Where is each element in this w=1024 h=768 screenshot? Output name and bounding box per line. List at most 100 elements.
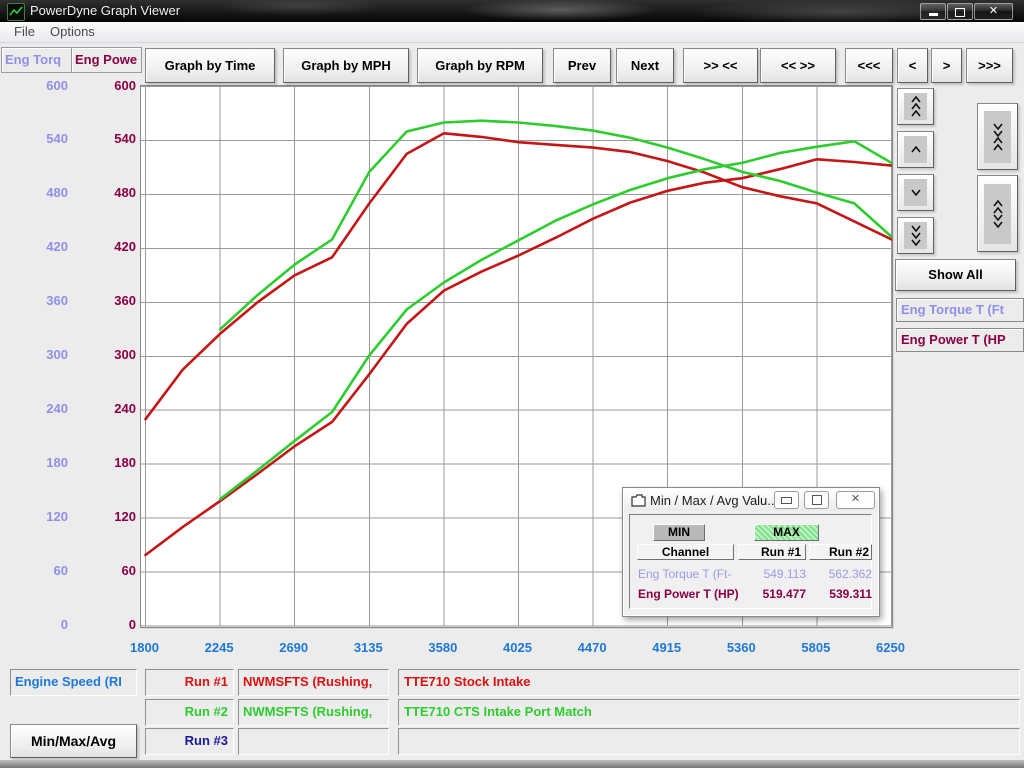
stats-body: MIN MAX Channel Run #1 Run #2 Eng Torque… [629,514,872,609]
scroll-down-fast-button[interactable] [897,217,934,254]
y-tick-torque: 600 [8,78,68,93]
run-label-3: Run #3 [145,728,234,755]
run-name-3 [238,728,389,755]
scroll-right-button[interactable]: > [931,48,962,83]
y-tick-power: 120 [76,509,136,524]
powerdyne-window: PowerDyne Graph Viewer ✕ FileOptions Eng… [0,0,1024,768]
tab-eng-torque[interactable]: Eng Torq [1,47,72,73]
curve-run-2-eng-power-t [220,141,891,499]
title-bar[interactable]: PowerDyne Graph Viewer ✕ [0,0,1024,22]
stats-row-run1-value: 549.113 [738,567,806,581]
y-tick-torque: 0 [8,617,68,632]
y-tick-torque: 120 [8,509,68,524]
menu-options[interactable]: Options [44,22,101,42]
x-tick: 2245 [189,640,249,655]
scroll-up-fast-button[interactable] [897,88,934,125]
chevron-icon [904,93,927,120]
run-desc-2: TTE710 CTS Intake Port Match [398,699,1020,726]
run-name-2: NWMSFTS (Rushing, [238,699,389,726]
scroll-left-button[interactable]: < [897,48,928,83]
chevron-icon [904,222,927,249]
run-label-1: Run #1 [145,669,234,696]
stats-minimize-button[interactable] [774,491,799,509]
y-tick-power: 600 [76,78,136,93]
y-tick-power: 240 [76,401,136,416]
chevron-icon [984,111,1011,163]
prev-button[interactable]: Prev [553,48,611,83]
y-tick-power: 480 [76,185,136,200]
chevron-icon [904,179,927,206]
graph-by-time-button[interactable]: Graph by Time [145,48,275,83]
zoom-in-horizontal-button[interactable]: >> << [683,48,758,83]
x-tick: 6250 [861,640,921,655]
maximize-button[interactable] [947,3,973,20]
y-tick-torque: 360 [8,293,68,308]
run-desc-1: TTE710 Stock Intake [398,669,1020,696]
run-name-1: NWMSFTS (Rushing, [238,669,389,696]
window-title: PowerDyne Graph Viewer [30,3,180,18]
stats-row-run2-value: 539.311 [809,587,872,601]
min-max-avg-window[interactable]: Min / Max / Avg Valu... ✕ MIN MAX Channe… [622,487,880,617]
minimize-button[interactable] [920,3,946,20]
stats-window-title: Min / Max / Avg Valu... [650,493,778,508]
file-icon [631,494,646,507]
stats-row-run2-value: 562.362 [809,567,872,581]
show-all-button[interactable]: Show All [895,259,1016,291]
chevron-icon [984,184,1011,244]
y-tick-power: 60 [76,563,136,578]
y-tick-power: 0 [76,617,136,632]
y-tick-torque: 240 [8,401,68,416]
window-bottom-edge [0,760,1024,768]
tab-eng-power[interactable]: Eng Powe [71,47,142,73]
chevron-icon [904,136,927,163]
y-tick-power: 360 [76,293,136,308]
x-tick: 2690 [264,640,324,655]
y-tick-power: 300 [76,347,136,362]
menu-file[interactable]: File [8,22,41,42]
menu-bar: FileOptions [0,22,1024,43]
run-label-2: Run #2 [145,699,234,726]
y-tick-torque: 420 [8,239,68,254]
power-channel-label: Eng Power T (HP [896,328,1024,352]
x-tick: 5360 [711,640,771,655]
y-tick-torque: 480 [8,185,68,200]
y-tick-torque: 300 [8,347,68,362]
stats-column-run1: Run #1 [738,544,806,560]
scroll-far-right-button[interactable]: >>> [966,48,1013,83]
stats-restore-button[interactable] [804,491,829,509]
scroll-up-button[interactable] [897,131,934,168]
torque-channel-label: Eng Torque T (Ft [896,298,1024,322]
stats-close-button[interactable]: ✕ [836,491,875,509]
stats-title-bar[interactable]: Min / Max / Avg Valu... ✕ [624,489,878,511]
x-tick: 4470 [562,640,622,655]
stats-row-channel: Eng Power T (HP) [638,587,739,601]
x-tick: 4025 [488,640,548,655]
x-tick: 3580 [413,640,473,655]
zoom-in-vertical-button[interactable] [977,103,1018,170]
zoom-out-horizontal-button[interactable]: << >> [760,48,836,83]
y-tick-power: 420 [76,239,136,254]
y-tick-torque: 540 [8,131,68,146]
run-desc-3 [398,728,1020,755]
y-tick-torque: 180 [8,455,68,470]
app-icon [7,3,25,21]
graph-by-rpm-button[interactable]: Graph by RPM [417,48,543,83]
x-tick: 4915 [637,640,697,655]
scroll-down-button[interactable] [897,174,934,211]
max-toggle-button[interactable]: MAX [754,524,819,541]
zoom-out-vertical-button[interactable] [977,175,1018,252]
x-tick: 5805 [786,640,846,655]
close-button[interactable]: ✕ [974,3,1013,20]
min-max-avg-button[interactable]: Min/Max/Avg [10,724,137,758]
y-tick-power: 540 [76,131,136,146]
stats-column-run2: Run #2 [809,544,872,560]
min-toggle-button[interactable]: MIN [653,524,705,541]
scroll-far-left-button[interactable]: <<< [845,48,893,83]
stats-row-run1-value: 519.477 [738,587,806,601]
next-button[interactable]: Next [616,48,674,83]
stats-row-channel: Eng Torque T (Ft- [638,567,731,581]
x-tick: 1800 [115,640,175,655]
graph-by-mph-button[interactable]: Graph by MPH [283,48,409,83]
x-channel-label: Engine Speed (RI [10,669,137,696]
stats-column-channel: Channel [637,544,734,560]
